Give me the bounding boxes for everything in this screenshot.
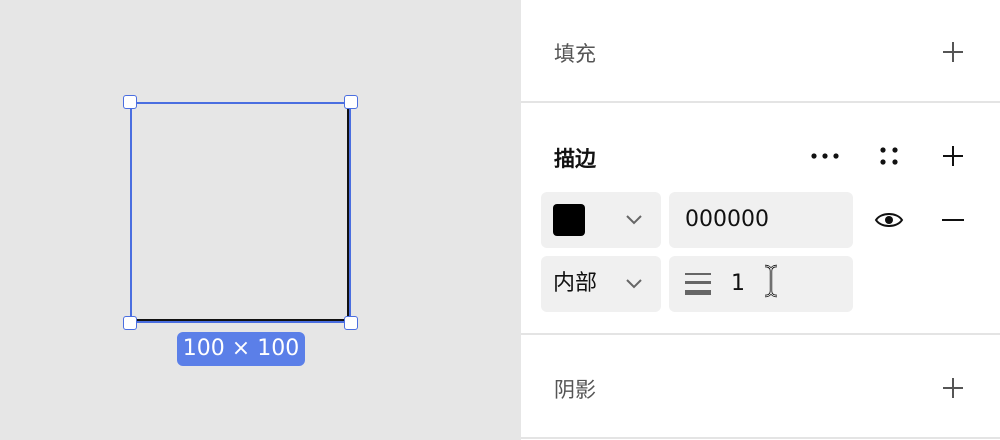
hex-value[interactable]: 000000 [685,192,769,248]
more-horizontal-icon [811,153,839,159]
plus-icon [943,146,963,166]
four-dots-icon [880,147,898,165]
fill-section-title: 填充 [554,42,596,66]
stroke-more-button[interactable] [807,138,843,174]
chevron-down-icon [626,279,642,289]
chevron-down-icon[interactable] [625,214,643,226]
selected-frame[interactable] [130,102,351,323]
minus-icon [942,219,964,221]
stroke-color-picker[interactable] [541,192,661,248]
section-divider [521,437,1000,439]
add-fill-button[interactable] [935,34,971,70]
stroke-width-value[interactable]: 1 [731,256,745,312]
individual-strokes-button[interactable] [871,138,907,174]
add-stroke-button[interactable] [935,138,971,174]
stroke-position-select[interactable]: 内部 [541,256,661,312]
remove-stroke-button[interactable] [935,202,971,238]
add-shadow-button[interactable] [935,370,971,406]
resize-handle-top-right[interactable] [344,95,358,109]
stroke-section-title: 描边 [554,147,596,171]
selection-size-badge: 100 × 100 [177,332,305,366]
stroke-width-input[interactable]: 1 [669,256,853,312]
shadow-section-title: 阴影 [554,378,596,402]
eye-icon [874,213,904,227]
stroke-width-icon [685,273,711,295]
properties-panel: 填充 描边 000000 内部 1 阴影 [521,0,1000,440]
plus-icon [943,378,963,398]
plus-icon [943,42,963,62]
resize-handle-top-left[interactable] [123,95,137,109]
color-swatch[interactable] [553,204,585,236]
text-cursor-icon [764,264,778,298]
frame-stroke [134,106,349,321]
section-divider [521,101,1000,103]
section-divider [521,333,1000,335]
resize-handle-bottom-right[interactable] [344,316,358,330]
stroke-hex-input[interactable]: 000000 [669,192,853,248]
stroke-position-value: 内部 [553,271,598,296]
design-canvas[interactable]: 100 × 100 [0,0,521,440]
resize-handle-bottom-left[interactable] [123,316,137,330]
toggle-stroke-visibility-button[interactable] [871,202,907,238]
